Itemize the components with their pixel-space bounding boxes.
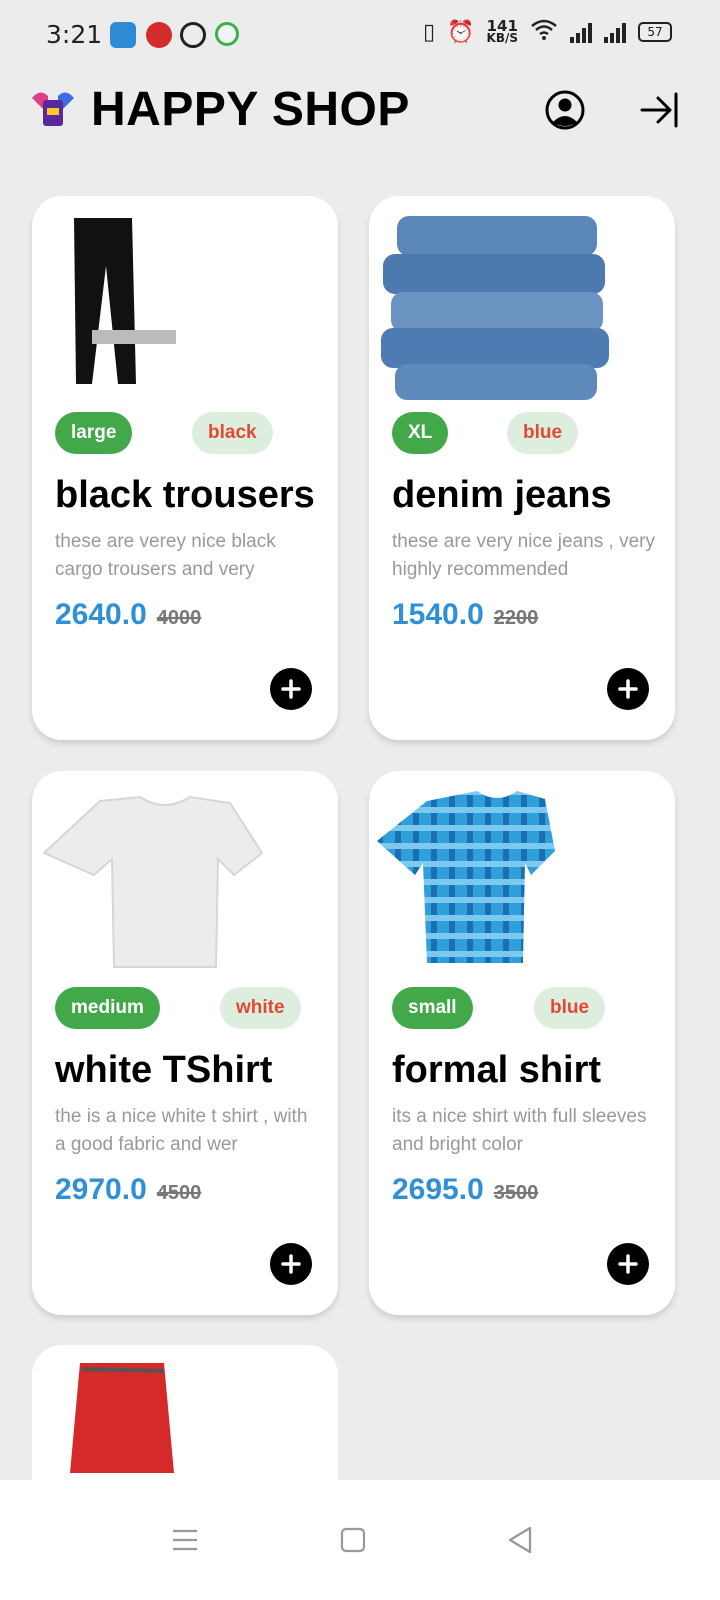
product-price: 2970.0 xyxy=(55,1173,147,1206)
product-card[interactable]: large black black trousers these are ver… xyxy=(32,196,338,740)
menu-icon xyxy=(173,1529,197,1551)
product-card[interactable] xyxy=(32,1345,338,1480)
add-to-cart-button[interactable] xyxy=(607,1243,649,1285)
home-square-icon xyxy=(340,1527,366,1553)
size-chip: large xyxy=(55,412,133,454)
price-row: 2970.0 4500 xyxy=(55,1173,201,1207)
product-description: these are verey nice black cargo trouser… xyxy=(55,531,276,580)
size-chip: medium xyxy=(55,987,160,1029)
product-price: 2695.0 xyxy=(392,1173,484,1206)
product-image xyxy=(40,771,330,981)
app-title: HAPPY SHOP xyxy=(91,83,410,136)
app-bar: HAPPY SHOP xyxy=(0,70,720,160)
product-price: 2640.0 xyxy=(55,598,147,631)
product-image xyxy=(377,771,667,981)
product-card[interactable]: XL blue denim jeans these are very nice … xyxy=(369,196,675,740)
original-price: 4000 xyxy=(156,607,202,629)
product-description: its a nice shirt with full sleeves and b… xyxy=(392,1106,647,1155)
size-chip: small xyxy=(392,987,473,1029)
price-row: 2640.0 4000 xyxy=(55,598,201,632)
system-nav-bar xyxy=(0,1480,720,1600)
product-title: formal shirt xyxy=(392,1049,602,1091)
product-title: denim jeans xyxy=(392,474,612,516)
price-row: 1540.0 2200 xyxy=(392,598,538,632)
back-triangle-icon xyxy=(508,1526,532,1554)
price-row: 2695.0 3500 xyxy=(392,1173,538,1207)
logout-button[interactable] xyxy=(640,92,680,128)
home-nav-button[interactable] xyxy=(333,1520,373,1560)
color-chip: white xyxy=(220,987,301,1029)
size-chip: XL xyxy=(392,412,449,454)
product-grid[interactable]: large black black trousers these are ver… xyxy=(0,0,720,1480)
add-to-cart-button[interactable] xyxy=(270,668,312,710)
profile-button[interactable] xyxy=(545,90,585,130)
color-chip: blue xyxy=(534,987,606,1029)
menu-nav-button[interactable] xyxy=(165,1520,205,1560)
product-card[interactable]: medium white white TShirt the is a nice … xyxy=(32,771,338,1315)
account-circle-icon xyxy=(545,90,585,130)
shop-logo-icon xyxy=(30,88,76,130)
back-nav-button[interactable] xyxy=(500,1520,540,1560)
product-image xyxy=(377,196,667,406)
original-price: 4500 xyxy=(156,1182,202,1204)
product-description: these are very nice jeans , very highly … xyxy=(392,531,655,580)
add-to-cart-button[interactable] xyxy=(607,668,649,710)
plus-icon xyxy=(618,1254,638,1274)
product-description: the is a nice white t shirt , with a goo… xyxy=(55,1106,308,1155)
product-image xyxy=(40,1363,330,1473)
plus-icon xyxy=(281,679,301,699)
original-price: 2200 xyxy=(493,607,539,629)
product-title: white TShirt xyxy=(55,1049,273,1091)
add-to-cart-button[interactable] xyxy=(270,1243,312,1285)
logout-icon xyxy=(640,92,678,128)
original-price: 3500 xyxy=(493,1182,539,1204)
plus-icon xyxy=(281,1254,301,1274)
color-chip: blue xyxy=(507,412,579,454)
plus-icon xyxy=(618,679,638,699)
product-price: 1540.0 xyxy=(392,598,484,631)
product-card[interactable]: small blue formal shirt its a nice shirt… xyxy=(369,771,675,1315)
product-title: black trousers xyxy=(55,474,315,516)
color-chip: black xyxy=(192,412,273,454)
product-image xyxy=(40,196,330,406)
